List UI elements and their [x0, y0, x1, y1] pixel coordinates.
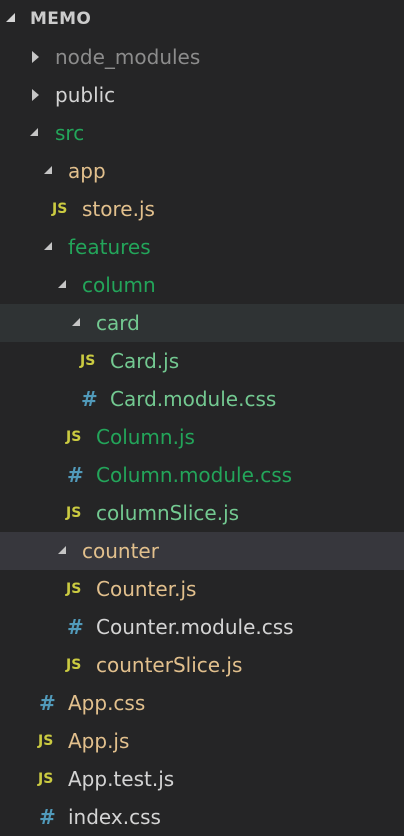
tree-item-label: card — [96, 311, 140, 335]
js-file-icon: JS — [38, 733, 54, 749]
explorer-section-title: MEMO — [30, 9, 92, 29]
tree-item-label: App.css — [68, 691, 146, 715]
css-file-icon: # — [67, 463, 84, 487]
tree-item-label: columnSlice.js — [96, 501, 240, 525]
tree-folder-card[interactable]: card — [0, 304, 404, 342]
chevron-down-icon — [42, 152, 56, 190]
tree-file-card-module-css[interactable]: # Card.module.css — [0, 380, 404, 418]
tree-item-label: features — [68, 235, 151, 259]
chevron-down-icon — [56, 266, 70, 304]
tree-file-store-js[interactable]: JS store.js — [0, 190, 404, 228]
tree-item-label: Column.module.css — [96, 463, 293, 487]
tree-file-counterslice-js[interactable]: JS counterSlice.js — [0, 646, 404, 684]
tree-item-label: Counter.js — [96, 577, 197, 601]
file-tree: node_modules public src app JS store.js … — [0, 38, 404, 836]
tree-file-app-test-js[interactable]: JS App.test.js — [0, 760, 404, 798]
js-file-icon: JS — [66, 505, 82, 521]
chevron-right-icon — [30, 38, 44, 76]
tree-file-app-css[interactable]: # App.css — [0, 684, 404, 722]
js-file-icon: JS — [66, 429, 82, 445]
tree-item-label: column — [82, 273, 156, 297]
tree-file-column-js[interactable]: JS Column.js — [0, 418, 404, 456]
chevron-down-icon — [28, 114, 42, 152]
chevron-down-icon — [6, 13, 15, 22]
explorer-section-header[interactable]: MEMO — [0, 0, 404, 38]
tree-item-label: src — [55, 121, 85, 145]
tree-item-label: public — [55, 83, 116, 107]
tree-item-label: counter — [82, 539, 159, 563]
tree-file-column-module-css[interactable]: # Column.module.css — [0, 456, 404, 494]
js-file-icon: JS — [80, 353, 96, 369]
tree-item-label: app — [68, 159, 106, 183]
css-file-icon: # — [39, 691, 56, 715]
js-file-icon: JS — [66, 581, 82, 597]
tree-item-label: store.js — [82, 197, 155, 221]
tree-item-label: Card.js — [110, 349, 180, 373]
tree-item-label: counterSlice.js — [96, 653, 243, 677]
tree-folder-public[interactable]: public — [0, 76, 404, 114]
chevron-down-icon — [56, 532, 70, 570]
chevron-down-icon — [70, 304, 84, 342]
tree-file-counter-module-css[interactable]: # Counter.module.css — [0, 608, 404, 646]
js-file-icon: JS — [38, 771, 54, 787]
js-file-icon: JS — [52, 201, 68, 217]
tree-folder-column[interactable]: column — [0, 266, 404, 304]
tree-item-label: Counter.module.css — [96, 615, 294, 639]
tree-folder-src[interactable]: src — [0, 114, 404, 152]
tree-folder-counter[interactable]: counter — [0, 532, 404, 570]
css-file-icon: # — [81, 387, 98, 411]
tree-item-label: App.test.js — [68, 767, 175, 791]
tree-item-label: Card.module.css — [110, 387, 277, 411]
tree-item-label: index.css — [68, 805, 161, 829]
tree-file-card-js[interactable]: JS Card.js — [0, 342, 404, 380]
tree-folder-app[interactable]: app — [0, 152, 404, 190]
tree-item-label: Column.js — [96, 425, 195, 449]
tree-folder-node-modules[interactable]: node_modules — [0, 38, 404, 76]
tree-file-app-js[interactable]: JS App.js — [0, 722, 404, 760]
tree-file-counter-js[interactable]: JS Counter.js — [0, 570, 404, 608]
tree-item-label: App.js — [68, 729, 130, 753]
chevron-down-icon — [42, 228, 56, 266]
tree-file-index-css[interactable]: # index.css — [0, 798, 404, 836]
tree-item-label: node_modules — [55, 45, 201, 69]
css-file-icon: # — [39, 805, 56, 829]
tree-folder-features[interactable]: features — [0, 228, 404, 266]
css-file-icon: # — [67, 615, 84, 639]
chevron-right-icon — [30, 76, 44, 114]
tree-file-columnslice-js[interactable]: JS columnSlice.js — [0, 494, 404, 532]
js-file-icon: JS — [66, 657, 82, 673]
